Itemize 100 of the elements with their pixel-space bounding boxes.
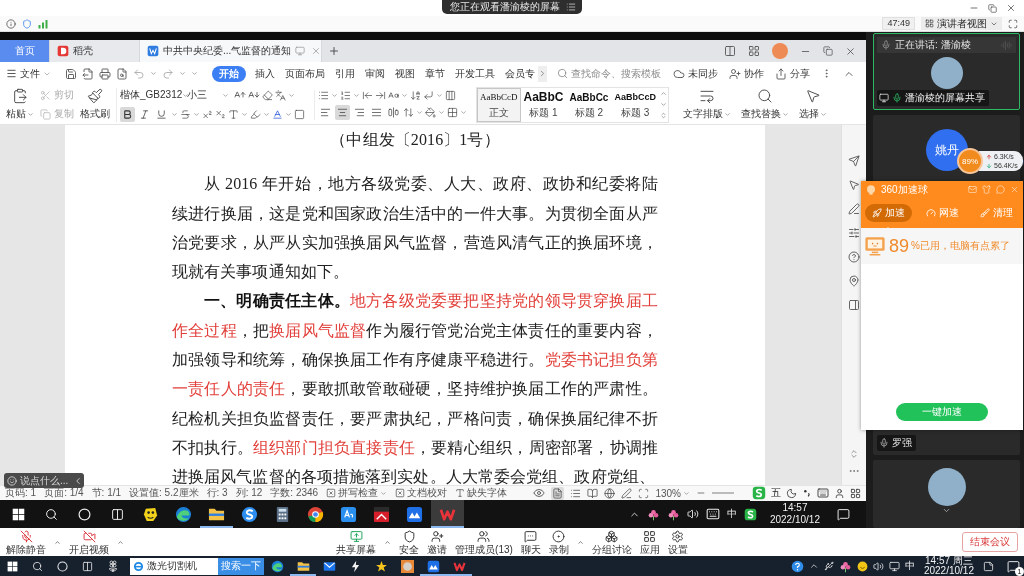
search-icon[interactable] [32,560,43,572]
font-name-dropdown[interactable]: 楷体_GB2312 [120,87,182,103]
end-meeting-button[interactable]: 结束会议 [962,532,1018,552]
chevron-down-icon[interactable] [942,506,951,515]
eraser-icon[interactable] [262,89,273,101]
side-panel-icon[interactable] [848,299,860,311]
notification-icon[interactable] [1007,559,1020,573]
input-language[interactable]: 中 [904,560,915,572]
zoom-level[interactable]: 130% [655,487,690,499]
tab[interactable]: 稻壳 [50,40,140,62]
record-button[interactable]: 录制 [548,529,569,555]
check-button[interactable]: 拼写检查 [326,486,388,500]
grow-font-icon[interactable] [234,89,246,101]
letter-case-icon[interactable] [388,89,399,101]
monitor-icon[interactable] [888,560,900,572]
members-button[interactable]: 管理成员(13) [455,529,513,555]
chat-input-field[interactable]: 说点什么... [4,473,84,488]
undo-icon[interactable] [133,67,145,80]
style-preset[interactable]: AaBbCcD 标题 3 [611,87,659,122]
camera-button[interactable]: 开启视频 [69,529,109,555]
mic-button[interactable]: 解除静音 [6,529,46,555]
ribbon-tab[interactable]: 章节 [424,65,446,82]
ribbon-tab[interactable]: 会员专 [504,65,536,82]
line-spacing-icon[interactable] [403,106,414,118]
task-view-icon[interactable] [111,507,124,521]
ribbon-tab[interactable]: 插入 [254,65,276,82]
scroll-down-icon[interactable] [659,101,667,108]
grid-icon[interactable] [748,45,760,57]
file-menu[interactable]: 文件 [6,66,51,81]
flower-icon[interactable] [106,560,119,572]
superscript-icon[interactable] [202,108,213,120]
grid-icon[interactable] [850,487,861,499]
write-view-icon[interactable] [621,487,633,499]
sync-button[interactable]: 未同步 [673,66,718,81]
user-icon[interactable] [834,487,845,499]
caret-icon[interactable] [117,538,124,546]
chat-button[interactable]: 聊天 [520,529,541,555]
search-icon[interactable] [45,507,58,521]
caret-icon[interactable] [384,538,392,546]
security-button[interactable]: 安全 [399,529,420,555]
select-tool-button[interactable]: 选择 [798,88,827,121]
help-icon[interactable] [790,559,804,573]
ribbon-tab[interactable]: 开发工具 [454,65,496,82]
split-view-icon[interactable] [724,45,736,57]
eye-icon[interactable] [533,487,546,499]
font-size-dropdown[interactable]: 小三 [187,87,229,103]
volume-icon[interactable] [872,560,884,572]
bold-button[interactable] [120,106,135,122]
moon-icon[interactable] [786,487,797,499]
invite-button[interactable]: 邀请 [427,529,448,555]
strikethrough-icon[interactable] [180,108,191,120]
sort-icon[interactable] [410,89,421,101]
ribbon-tab[interactable]: 开始 [212,65,246,82]
square-icon[interactable] [294,108,305,120]
task-view-icon[interactable] [82,560,93,572]
sliders-icon[interactable] [848,227,860,239]
command-search-field[interactable]: 查找命令、搜索模板 [571,68,667,79]
check-button[interactable]: 文档校对 [395,486,448,500]
circle-icon[interactable] [78,507,91,521]
notification-icon[interactable] [837,507,850,521]
align-center-button[interactable] [335,104,350,120]
save-icon[interactable] [65,67,77,80]
restore-icon[interactable] [823,46,833,56]
outline-view-icon[interactable] [570,487,582,499]
map-pin-icon[interactable] [848,275,860,287]
layout-tool-button[interactable]: 文字排版 [682,88,731,121]
web-search-field[interactable]: 激光切割机 [130,557,218,575]
page-view-icon[interactable] [552,487,564,499]
shrink-font-icon[interactable] [248,89,260,101]
align-distributed-button[interactable] [386,104,401,120]
print-icon[interactable] [99,67,111,80]
circle-icon[interactable] [57,560,68,572]
paste-button[interactable]: 粘贴 [6,88,34,121]
share-button[interactable]: 共享屏幕 [336,529,377,555]
redo-icon[interactable] [162,67,174,80]
close-icon[interactable] [1006,3,1016,13]
ribbon-tab[interactable]: 审阅 [364,65,386,82]
share-button[interactable]: 分享 [775,66,810,81]
ribbon-tab[interactable]: 引用 [334,65,356,82]
bullets-icon[interactable] [318,89,329,101]
breakout-button[interactable]: 分组讨论 [591,529,632,555]
outdent-icon[interactable] [362,89,373,101]
start-icon[interactable] [7,560,18,572]
reading-view-icon[interactable] [587,487,599,499]
shield-icon[interactable] [22,18,32,29]
punctuation-icon[interactable] [802,488,812,498]
start-icon[interactable] [12,507,25,521]
web-view-icon[interactable] [604,487,616,499]
letter-t-icon[interactable] [228,108,239,120]
find-tool-button[interactable]: 查找替换 [740,88,789,121]
style-preset[interactable]: AaBbC 标题 1 [520,87,567,122]
style-preset[interactable]: AaBbCc 标题 2 [566,87,612,122]
smiley-icon[interactable] [856,560,868,572]
note-icon[interactable] [983,560,994,572]
paper-plane-icon[interactable] [848,155,860,167]
info-icon[interactable] [6,18,16,29]
numbering-icon[interactable] [340,89,351,101]
input-language[interactable]: 中 [726,508,737,520]
pen-icon[interactable] [848,203,860,215]
restore-icon[interactable] [988,3,997,13]
